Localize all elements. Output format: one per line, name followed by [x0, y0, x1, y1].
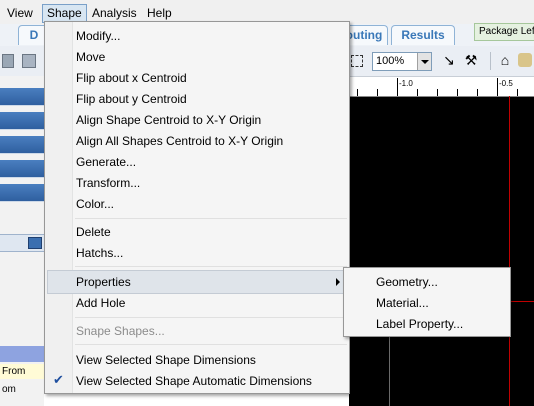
menu-separator	[75, 317, 347, 318]
zoom-value: 100%	[376, 55, 405, 67]
select-node-icon[interactable]: ↘	[440, 51, 458, 69]
menu-item-view-auto-dimensions[interactable]: View Selected Shape Automatic Dimensions	[76, 374, 312, 388]
submenu-arrow-icon	[336, 278, 340, 286]
checkmark-icon: ✔	[53, 372, 64, 387]
home-icon[interactable]: ⌂	[496, 51, 514, 69]
ruler-tick	[357, 89, 358, 96]
tab-results[interactable]: Results	[391, 25, 455, 45]
menu-item-properties[interactable]: Properties	[76, 275, 131, 289]
panel-row[interactable]	[0, 160, 44, 178]
y-axis-line	[509, 96, 510, 406]
ruler-major-tick	[497, 78, 498, 96]
menu-help[interactable]: Help	[147, 6, 172, 20]
submenu-item-label-property[interactable]: Label Property...	[376, 317, 463, 331]
ruler-tick	[517, 89, 518, 96]
ruler-tick	[377, 89, 378, 96]
menu-separator	[75, 266, 347, 267]
panel-row[interactable]	[0, 184, 44, 202]
ruler-tick	[477, 89, 478, 96]
toolbar-divider	[490, 52, 491, 70]
panel-row[interactable]	[0, 88, 44, 106]
menu-item-color[interactable]: Color...	[76, 197, 114, 211]
menu-item-flip-y[interactable]: Flip about y Centroid	[76, 92, 187, 106]
purple-row	[0, 346, 44, 362]
menu-gutter	[45, 22, 73, 393]
shape-menu: Modify... Move Flip about x Centroid Fli…	[44, 21, 350, 394]
panel-row[interactable]	[0, 112, 44, 130]
ruler-major-tick	[397, 78, 398, 96]
from-cell[interactable]: From	[0, 364, 46, 379]
menu-item-modify[interactable]: Modify...	[76, 29, 120, 43]
ruler-tick	[437, 89, 438, 96]
menu-item-align-shape[interactable]: Align Shape Centroid to X-Y Origin	[76, 113, 261, 127]
zoom-select[interactable]: 100%	[372, 52, 432, 71]
drawing-canvas[interactable]	[349, 78, 534, 406]
fit-window-icon[interactable]	[351, 55, 363, 67]
menu-item-hatchs[interactable]: Hatchs...	[76, 246, 123, 260]
menu-item-align-all[interactable]: Align All Shapes Centroid to X-Y Origin	[76, 134, 283, 148]
ruler-label: -1.0	[399, 79, 413, 88]
tab-package[interactable]: Package Left	[474, 23, 534, 41]
paste-icon[interactable]	[2, 54, 14, 68]
menu-separator	[75, 344, 347, 345]
panel-row[interactable]	[0, 136, 44, 154]
menu-item-snape-shapes: Snape Shapes...	[76, 324, 165, 338]
menu-view[interactable]: View	[7, 6, 33, 20]
monitor-icon[interactable]	[28, 237, 42, 249]
tools-icon[interactable]: ⚒	[462, 51, 480, 69]
om-label: om	[2, 384, 16, 395]
menu-separator	[75, 218, 347, 219]
submenu-item-geometry[interactable]: Geometry...	[376, 275, 438, 289]
properties-submenu: Geometry... Material... Label Property..…	[343, 267, 511, 337]
menu-item-add-hole[interactable]: Add Hole	[76, 296, 125, 310]
horizontal-ruler: -1.0 -0.5	[349, 78, 534, 97]
submenu-item-material[interactable]: Material...	[376, 296, 429, 310]
ruler-tick	[457, 89, 458, 96]
menu-item-move[interactable]: Move	[76, 50, 105, 64]
menu-item-view-dimensions[interactable]: View Selected Shape Dimensions	[76, 353, 256, 367]
ruler-label: -0.5	[499, 79, 513, 88]
grid-line	[389, 335, 390, 406]
menu-item-delete[interactable]: Delete	[76, 225, 111, 239]
menu-item-generate[interactable]: Generate...	[76, 155, 136, 169]
menu-item-flip-x[interactable]: Flip about x Centroid	[76, 71, 187, 85]
menu-analysis[interactable]: Analysis	[92, 6, 137, 20]
open-icon[interactable]	[518, 53, 532, 67]
menu-item-transform[interactable]: Transform...	[76, 176, 140, 190]
ruler-tick	[417, 89, 418, 96]
chevron-down-icon[interactable]	[417, 53, 431, 70]
copy-icon[interactable]	[22, 54, 36, 68]
